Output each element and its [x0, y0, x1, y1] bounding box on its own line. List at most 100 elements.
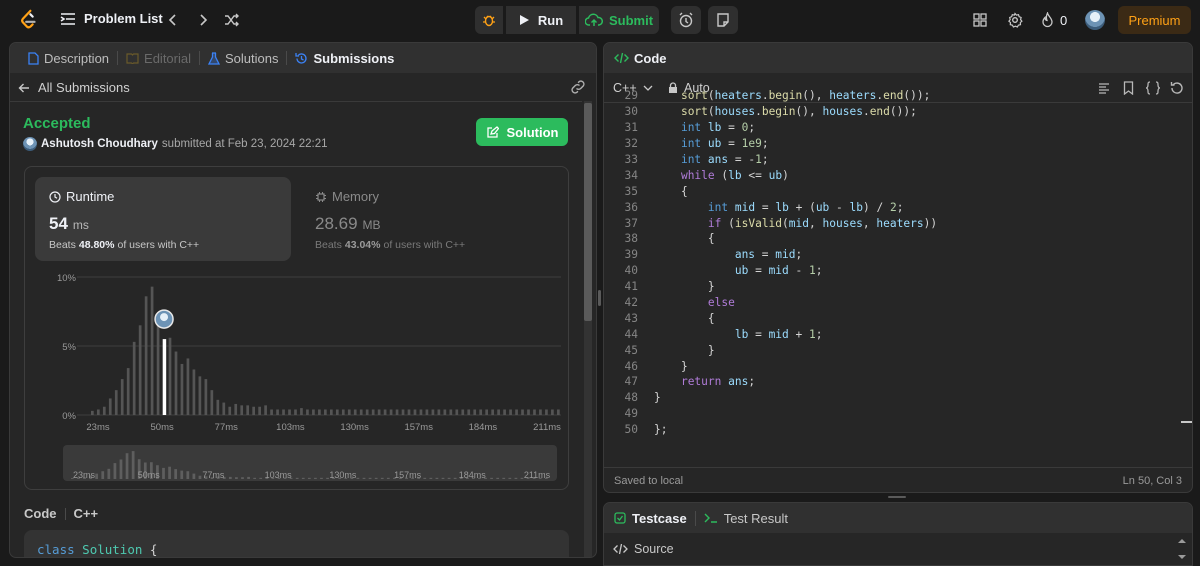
bottom-scrollbar[interactable] — [1177, 533, 1187, 565]
code-line[interactable]: 46 } — [604, 358, 1192, 374]
bar — [419, 409, 423, 415]
submit-button[interactable]: Submit — [579, 6, 659, 34]
runtime-unit: ms — [72, 218, 89, 232]
chevron-left-icon[interactable] — [166, 12, 180, 28]
code-line[interactable]: 29 sort(heaters.begin(), heaters.end()); — [604, 88, 1192, 104]
layout-grid-icon[interactable] — [973, 13, 987, 27]
link-icon[interactable] — [570, 80, 586, 94]
bar — [192, 369, 196, 415]
left-scrollbar-thumb[interactable] — [584, 103, 592, 321]
notes-button[interactable] — [708, 6, 738, 34]
code-line[interactable]: 31 int lb = 0; — [604, 120, 1192, 136]
code-line[interactable]: 41 } — [604, 279, 1192, 295]
code-class-name: Solution — [82, 542, 143, 557]
code-line[interactable]: 47 return ans; — [604, 374, 1192, 390]
vertical-splitter[interactable] — [598, 290, 601, 306]
bar — [198, 376, 202, 415]
streak-counter[interactable]: 0 — [1041, 12, 1067, 28]
code-line[interactable]: 45 } — [604, 342, 1192, 358]
tab-solutions[interactable]: Solutions — [200, 51, 288, 66]
settings-gear-icon[interactable] — [1007, 12, 1023, 28]
scroll-up-icon[interactable] — [1177, 537, 1187, 545]
code-line[interactable]: 40 ub = mid - 1; — [604, 263, 1192, 279]
alarm-clock-icon — [679, 12, 693, 28]
code-line[interactable]: 48} — [604, 390, 1192, 406]
bar — [491, 409, 494, 415]
username[interactable]: Ashutosh Choudhary — [41, 138, 158, 150]
timer-button[interactable] — [671, 6, 701, 34]
horizontal-splitter[interactable] — [888, 496, 906, 498]
code-lang: C++ — [73, 506, 99, 521]
tab-editorial[interactable]: Editorial — [118, 51, 200, 66]
scroll-down-icon[interactable] — [1177, 553, 1187, 561]
mini-bar — [101, 471, 105, 479]
saved-status: Saved to local — [614, 475, 684, 487]
code-line[interactable]: 30 sort(houses.begin(), houses.end()); — [604, 104, 1192, 120]
memory-box[interactable]: Memory 28.69 MB Beats 43.04% of users wi… — [301, 177, 557, 261]
code-line[interactable]: 34 while (lb <= ub) — [604, 167, 1192, 183]
book-icon — [126, 53, 139, 64]
code-line[interactable]: 50}; — [604, 422, 1192, 438]
code-line[interactable]: 37 if (isValid(mid, houses, heaters)) — [604, 215, 1192, 231]
premium-button[interactable]: Premium — [1118, 6, 1191, 34]
range-slider[interactable]: 23ms 50ms 77ms 103ms 130ms 157ms 184ms 211ms — [63, 445, 557, 481]
run-button[interactable]: Run — [506, 6, 576, 34]
code-line[interactable]: 42 else — [604, 295, 1192, 311]
chevron-right-icon[interactable] — [196, 12, 210, 28]
shuffle-icon[interactable] — [224, 12, 240, 28]
code-line[interactable]: 38 { — [604, 231, 1192, 247]
chip-icon — [316, 191, 326, 202]
line-text: if (isValid(mid, houses, heaters)) — [707, 216, 938, 230]
code-line[interactable]: 32 int ub = 1e9; — [604, 136, 1192, 152]
leetcode-logo[interactable] — [18, 9, 40, 31]
left-scrollbar[interactable] — [584, 101, 592, 557]
tab-testcase[interactable]: Testcase — [614, 510, 696, 526]
y-tick-label: 5% — [62, 342, 76, 353]
mini-bar — [502, 477, 506, 479]
source-section[interactable]: Source — [613, 542, 674, 556]
bar — [288, 409, 291, 415]
tab-submissions-label: Submissions — [313, 50, 395, 66]
mini-bar — [235, 477, 238, 479]
line-text: ub = mid - 1; — [734, 264, 823, 278]
bar — [108, 398, 112, 415]
mini-bar — [198, 475, 202, 479]
tab-test-result[interactable]: Test Result — [696, 511, 788, 526]
code-line[interactable]: 44 lb = mid + 1; — [604, 326, 1192, 342]
history-icon — [295, 52, 308, 64]
testcase-tab-bar: Testcase Test Result — [604, 503, 1192, 533]
debug-button[interactable] — [475, 6, 503, 34]
code-line[interactable]: 39 ans = mid; — [604, 247, 1192, 263]
code-line[interactable]: 36 int mid = lb + (ub - lb) / 2; — [604, 199, 1192, 215]
line-number: 30 — [624, 105, 638, 119]
bar — [341, 409, 345, 415]
code-line[interactable]: 49 — [604, 406, 1192, 422]
mini-bar — [162, 467, 165, 479]
submitted-code-block[interactable]: class Solution { — [24, 530, 569, 557]
code-editor-panel: Code C++ Auto 29 sort(heaters.begin(), h… — [603, 42, 1193, 493]
back-to-submissions[interactable]: All Submissions — [18, 80, 130, 95]
problem-list-button[interactable]: Problem List — [60, 11, 163, 26]
bar — [461, 409, 465, 415]
tab-description[interactable]: Description — [20, 51, 119, 66]
code-line[interactable]: 33 int ans = -1; — [604, 152, 1192, 168]
avatar[interactable] — [1085, 10, 1105, 30]
code-line[interactable]: 35 { — [604, 183, 1192, 199]
code-editor[interactable]: 29 sort(heaters.begin(), heaters.end());… — [604, 88, 1192, 453]
line-number: 49 — [624, 407, 638, 421]
bug-icon — [483, 15, 495, 27]
user-avatar[interactable] — [23, 137, 37, 151]
play-icon — [519, 15, 529, 25]
solution-button[interactable]: Solution — [476, 118, 568, 146]
left-panel: Description Editorial Solutions Submissi… — [9, 42, 597, 558]
line-number: 47 — [624, 375, 638, 389]
clock-icon — [49, 190, 61, 203]
bar — [425, 409, 429, 415]
bar — [521, 409, 524, 415]
runtime-box[interactable]: Runtime 54 ms Beats 48.80% of users with… — [35, 177, 291, 261]
mini-bar — [168, 466, 171, 479]
tab-submissions[interactable]: Submissions — [287, 50, 402, 66]
code-line[interactable]: 43 { — [604, 310, 1192, 326]
bar — [467, 409, 471, 415]
tab-code[interactable]: Code — [614, 51, 667, 66]
